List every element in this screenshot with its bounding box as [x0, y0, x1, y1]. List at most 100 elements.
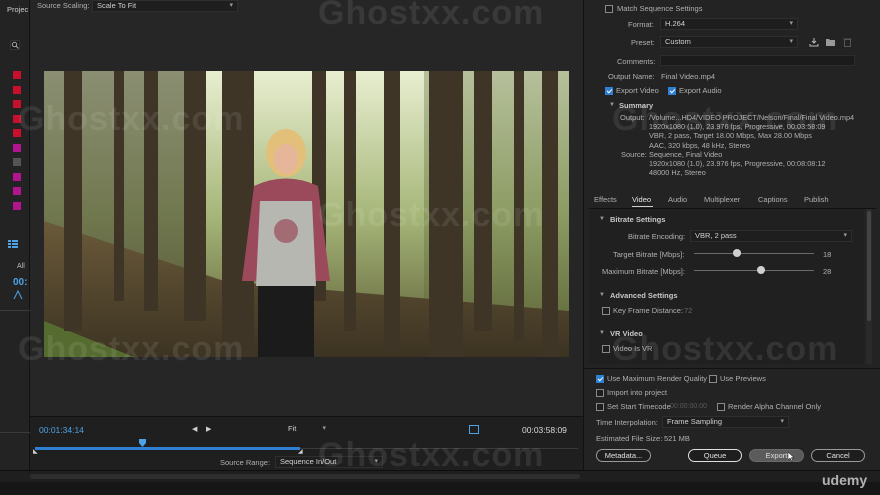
scrub-track-rest[interactable] [300, 448, 578, 449]
match-sequence-label: Match Sequence Settings [617, 4, 703, 13]
start-timecode-checkbox[interactable] [596, 403, 604, 411]
label-color-swatch[interactable] [13, 129, 21, 137]
max-render-checkbox[interactable] [596, 375, 604, 383]
summary-title[interactable]: Summary [619, 101, 653, 110]
timeline-timecode[interactable]: 00: [13, 277, 27, 288]
keyframe-checkbox[interactable] [602, 307, 610, 315]
scrollbar-handle[interactable] [30, 474, 580, 479]
export-video-checkbox[interactable] [605, 87, 613, 95]
target-bitrate-label: Target Bitrate [Mbps]: [613, 250, 685, 259]
bitrate-settings-title[interactable]: Bitrate Settings [610, 215, 665, 224]
output-name-link[interactable]: Final Video.mp4 [661, 72, 715, 81]
scrollbar-thumb[interactable] [867, 211, 871, 321]
summary-line: 1920x1080 (1.0), 23.976 fps, Progressive… [649, 159, 826, 169]
start-timecode-label: Set Start Timecode [607, 402, 671, 411]
label-color-swatch[interactable] [13, 71, 21, 79]
zoom-dropdown[interactable]: Fit ▾ [288, 424, 328, 435]
label-color-swatch[interactable] [13, 143, 21, 152]
bitrate-encoding-value: VBR, 2 pass [695, 231, 737, 240]
queue-button[interactable]: Queue [688, 449, 742, 462]
bitrate-encoding-label: Bitrate Encoding: [628, 232, 686, 241]
duration-timecode: 00:03:58:09 [522, 425, 567, 435]
vr-toggle-icon[interactable]: ▼ [599, 330, 605, 336]
settings-scrollbar[interactable] [866, 209, 872, 364]
cancel-button[interactable]: Cancel [811, 449, 865, 462]
bitrate-toggle-icon[interactable]: ▼ [599, 216, 605, 222]
timeline-track-2 [0, 432, 30, 433]
label-color-swatch[interactable] [13, 158, 21, 166]
aspect-ratio-icon[interactable] [469, 425, 479, 434]
preset-dropdown[interactable]: Custom ▾ [660, 36, 798, 48]
source-monitor: Source Scaling: Scale To Fit ▾ 00:01:34:… [30, 0, 583, 470]
metadata-button[interactable]: Metadata... [596, 449, 651, 462]
in-point-marker[interactable]: ◣ [33, 448, 38, 455]
summary-line: AAC, 320 kbps, 48 kHz, Stereo [649, 140, 750, 150]
import-project-checkbox[interactable] [596, 389, 604, 397]
summary-line: Sequence, Final Video [649, 150, 723, 159]
chevron-down-icon: ▾ [843, 232, 847, 239]
chevron-down-icon: ▾ [374, 458, 378, 465]
video-is-vr-checkbox[interactable] [602, 345, 610, 353]
source-scaling-dropdown[interactable]: Scale To Fit ▾ [92, 0, 238, 12]
summary-line: 48000 Hz, Stereo [649, 168, 706, 178]
project-panel: Projec All 00: [0, 0, 30, 470]
timeline-all-label[interactable]: All [17, 263, 25, 270]
vr-video-title[interactable]: VR Video [610, 329, 643, 338]
keyframe-value[interactable]: 72 [684, 306, 692, 315]
match-sequence-checkbox[interactable] [605, 5, 613, 13]
tab-publish[interactable]: Publish [804, 195, 829, 204]
max-bitrate-slider[interactable] [694, 270, 814, 271]
target-bitrate-value[interactable]: 18 [823, 250, 831, 259]
tab-audio[interactable]: Audio [668, 195, 687, 204]
timeline-tool-icon[interactable] [13, 289, 23, 300]
current-timecode[interactable]: 00:01:34:14 [39, 425, 84, 435]
label-color-swatch[interactable] [13, 114, 21, 123]
use-previews-label: Use Previews [720, 374, 766, 383]
playhead[interactable] [138, 439, 146, 447]
comments-input[interactable] [660, 55, 855, 66]
export-settings-panel: Match Sequence Settings Format: H.264 ▾ … [583, 0, 880, 470]
preset-value: Custom [665, 37, 691, 46]
start-timecode-value[interactable]: 00:00:00:00 [670, 403, 707, 410]
max-bitrate-value[interactable]: 28 [823, 267, 831, 276]
render-alpha-checkbox[interactable] [717, 403, 725, 411]
project-search-icon[interactable] [10, 40, 20, 50]
source-scaling-value: Scale To Fit [97, 1, 137, 10]
out-point-marker[interactable]: ◢ [298, 448, 303, 455]
timeline-track-1 [0, 310, 30, 311]
label-color-swatch[interactable] [13, 187, 21, 195]
save-preset-icon[interactable] [809, 37, 819, 47]
tab-effects[interactable]: Effects [594, 195, 617, 204]
tab-video[interactable]: Video [632, 195, 651, 204]
project-panel-title[interactable]: Projec [7, 5, 28, 14]
advanced-settings-title[interactable]: Advanced Settings [610, 291, 678, 300]
mark-in-icon[interactable]: ◀ [192, 425, 197, 433]
time-interp-dropdown[interactable]: Frame Sampling ▾ [662, 416, 789, 428]
tab-captions[interactable]: Captions [758, 195, 788, 204]
export-button[interactable]: Export [749, 449, 804, 462]
target-bitrate-slider[interactable] [694, 253, 814, 254]
scrub-track[interactable] [35, 447, 300, 450]
advanced-toggle-icon[interactable]: ▼ [599, 292, 605, 298]
summary-line: 1920x1080 (1.0), 23.976 fps, Progressive… [649, 122, 826, 132]
summary-line: /Volume...HD4/VIDEO PROJECT/Nelson/Final… [649, 113, 855, 122]
source-range-dropdown[interactable]: Sequence In/Out ▾ [275, 456, 383, 468]
label-color-swatch[interactable] [13, 172, 21, 181]
label-color-swatch[interactable] [13, 85, 21, 94]
bitrate-encoding-dropdown[interactable]: VBR, 2 pass ▾ [690, 230, 852, 242]
mark-out-icon[interactable]: ▶ [206, 425, 211, 433]
delete-preset-icon[interactable] [843, 37, 852, 47]
output-name-label: Output Name: [608, 72, 655, 81]
tab-multiplexer[interactable]: Multiplexer [704, 195, 740, 204]
label-color-swatch[interactable] [13, 201, 21, 210]
summary-toggle-icon[interactable]: ▼ [609, 102, 615, 108]
export-audio-checkbox[interactable] [668, 87, 676, 95]
bottom-scrollbar[interactable] [0, 470, 880, 482]
label-color-swatch[interactable] [13, 100, 21, 108]
format-dropdown[interactable]: H.264 ▾ [660, 18, 798, 30]
tab-underline [632, 206, 653, 207]
use-previews-checkbox[interactable] [709, 375, 717, 383]
import-preset-icon[interactable] [825, 37, 836, 47]
chevron-down-icon: ▾ [780, 418, 784, 425]
list-view-icon[interactable] [8, 240, 18, 248]
